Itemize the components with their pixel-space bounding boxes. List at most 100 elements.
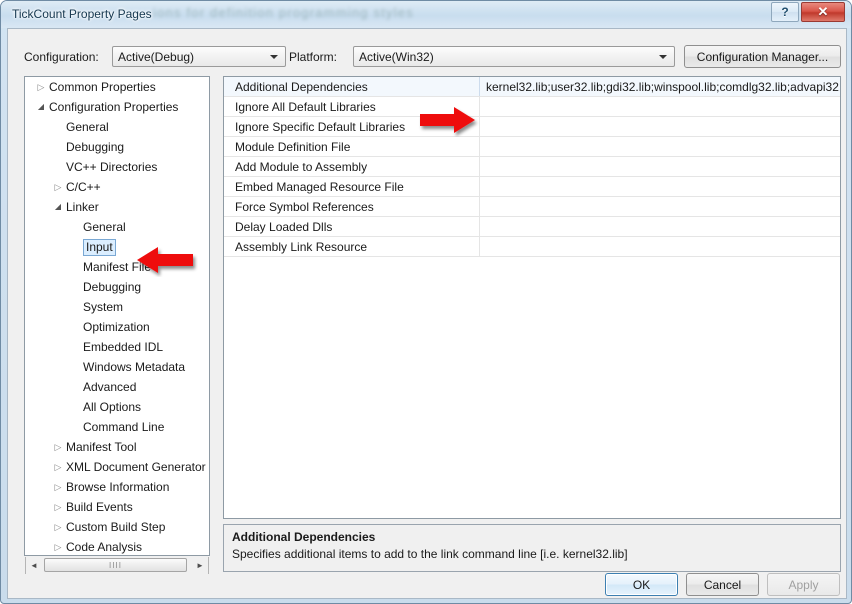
property-row[interactable]: Delay Loaded Dlls: [224, 217, 840, 237]
configuration-manager-button[interactable]: Configuration Manager...: [684, 45, 841, 68]
column-divider[interactable]: [479, 237, 480, 256]
tree-item-label: XML Document Generator: [66, 460, 206, 474]
tree-item-label: Code Analysis: [66, 540, 143, 554]
tree-item-embedded-idl[interactable]: Embedded IDL: [25, 337, 209, 357]
tree-item-label: Custom Build Step: [66, 520, 166, 534]
column-divider[interactable]: [479, 117, 480, 136]
tree-item-c-c[interactable]: ▷ C/C++: [25, 177, 209, 197]
tree-item-general[interactable]: General: [25, 217, 209, 237]
window-title: TickCount Property Pages: [12, 7, 152, 21]
platform-label: Platform:: [289, 50, 338, 64]
platform-combobox[interactable]: Active(Win32): [353, 46, 675, 67]
twisty-expanded-icon[interactable]: ◢: [52, 197, 64, 217]
property-name: Additional Dependencies: [235, 79, 368, 94]
tree-item-xml-document-generator[interactable]: ▷ XML Document Generator: [25, 457, 209, 477]
description-text: Specifies additional items to add to the…: [232, 547, 628, 561]
tree-item-label: Debugging: [66, 140, 125, 154]
tree-item-label: Build Events: [66, 500, 133, 514]
tree-item-label: Configuration Properties: [49, 100, 179, 114]
property-row[interactable]: Ignore Specific Default Libraries: [224, 117, 840, 137]
tree-item-manifest-file[interactable]: Manifest File: [25, 257, 209, 277]
tree-item-code-analysis[interactable]: ▷ Code Analysis: [25, 537, 209, 555]
configuration-value: Active(Debug): [118, 49, 195, 64]
scroll-right-icon[interactable]: ►: [192, 557, 208, 573]
tree-item-label: Manifest Tool: [66, 440, 137, 454]
tree-item-label: System: [83, 300, 124, 314]
twisty-collapsed-icon[interactable]: ▷: [52, 457, 64, 477]
close-button[interactable]: ✕: [801, 2, 845, 22]
property-row[interactable]: Module Definition File: [224, 137, 840, 157]
title-bar[interactable]: ions for definition programming styles T…: [1, 1, 851, 29]
configuration-label: Configuration:: [24, 50, 99, 64]
tree-item-label: General: [66, 120, 109, 134]
help-button[interactable]: ?: [771, 2, 799, 22]
property-name: Force Symbol References: [235, 199, 374, 214]
property-row[interactable]: Embed Managed Resource File: [224, 177, 840, 197]
tree-item-label: Optimization: [83, 320, 150, 334]
property-row[interactable]: Force Symbol References: [224, 197, 840, 217]
configuration-combobox[interactable]: Active(Debug): [112, 46, 286, 67]
dialog-client-area: Configuration: Active(Debug) Platform: A…: [7, 28, 847, 575]
description-pane: Additional Dependencies Specifies additi…: [223, 524, 841, 572]
apply-button[interactable]: Apply: [767, 573, 840, 596]
tree-item-label: Windows Metadata: [83, 360, 186, 374]
tree-item-system[interactable]: System: [25, 297, 209, 317]
ok-button[interactable]: OK: [605, 573, 678, 596]
tree-item-command-line[interactable]: Command Line: [25, 417, 209, 437]
column-divider[interactable]: [479, 157, 480, 176]
tree-item-label: All Options: [83, 400, 142, 414]
twisty-collapsed-icon[interactable]: ▷: [52, 537, 64, 555]
property-row[interactable]: Additional Dependencies kernel32.lib;user…: [224, 77, 840, 97]
tree-horizontal-scrollbar[interactable]: ◄ IIII ►: [25, 557, 209, 575]
property-row[interactable]: Add Module to Assembly: [224, 157, 840, 177]
tree-item-general[interactable]: General: [25, 117, 209, 137]
chevron-down-icon: [659, 55, 667, 59]
tree-item-label: Common Properties: [49, 80, 156, 94]
tree-item-label: C/C++: [66, 180, 101, 194]
tree-item-browse-information[interactable]: ▷ Browse Information: [25, 477, 209, 497]
twisty-collapsed-icon[interactable]: ▷: [52, 517, 64, 537]
twisty-collapsed-icon[interactable]: ▷: [52, 497, 64, 517]
tree-item-common-properties[interactable]: ▷ Common Properties: [25, 77, 209, 97]
column-divider[interactable]: [479, 137, 480, 156]
twisty-collapsed-icon[interactable]: ▷: [52, 177, 64, 197]
cancel-button[interactable]: Cancel: [686, 573, 759, 596]
tree-item-label: Input: [83, 238, 116, 256]
twisty-collapsed-icon[interactable]: ▷: [35, 77, 47, 97]
scroll-left-icon[interactable]: ◄: [26, 557, 42, 573]
tree-item-build-events[interactable]: ▷ Build Events: [25, 497, 209, 517]
dialog-footer: OK Cancel Apply: [7, 573, 847, 599]
twisty-expanded-icon[interactable]: ◢: [35, 97, 47, 117]
tree-item-debugging[interactable]: Debugging: [25, 277, 209, 297]
property-name: Assembly Link Resource: [235, 239, 368, 254]
scrollbar-thumb[interactable]: IIII: [44, 558, 187, 572]
tree-item-input[interactable]: Input: [25, 237, 209, 257]
tree-item-all-options[interactable]: All Options: [25, 397, 209, 417]
tree-item-configuration-properties[interactable]: ◢ Configuration Properties: [25, 97, 209, 117]
column-divider[interactable]: [479, 197, 480, 216]
property-row[interactable]: Assembly Link Resource: [224, 237, 840, 257]
tree-item-linker[interactable]: ◢ Linker: [25, 197, 209, 217]
tree-item-custom-build-step[interactable]: ▷ Custom Build Step: [25, 517, 209, 537]
property-tree[interactable]: ▷ Common Properties ◢ Configuration Propert…: [24, 76, 210, 556]
tree-item-label: VC++ Directories: [66, 160, 158, 174]
property-row[interactable]: Ignore All Default Libraries: [224, 97, 840, 117]
property-grid[interactable]: Additional Dependencies kernel32.lib;user…: [223, 76, 841, 519]
property-name: Embed Managed Resource File: [235, 179, 404, 194]
chevron-down-icon: [270, 55, 278, 59]
tree-item-windows-metadata[interactable]: Windows Metadata: [25, 357, 209, 377]
tree-item-debugging[interactable]: Debugging: [25, 137, 209, 157]
tree-item-label: Manifest File: [83, 260, 152, 274]
property-name: Add Module to Assembly: [235, 159, 368, 174]
twisty-collapsed-icon[interactable]: ▷: [52, 437, 64, 457]
property-value[interactable]: kernel32.lib;user32.lib;gdi32.lib;winspo…: [480, 80, 840, 94]
tree-item-vc-directories[interactable]: VC++ Directories: [25, 157, 209, 177]
tree-item-manifest-tool[interactable]: ▷ Manifest Tool: [25, 437, 209, 457]
tree-item-optimization[interactable]: Optimization: [25, 317, 209, 337]
property-name: Delay Loaded Dlls: [235, 219, 333, 234]
column-divider[interactable]: [479, 177, 480, 196]
twisty-collapsed-icon[interactable]: ▷: [52, 477, 64, 497]
tree-item-advanced[interactable]: Advanced: [25, 377, 209, 397]
column-divider[interactable]: [479, 97, 480, 116]
column-divider[interactable]: [479, 217, 480, 236]
